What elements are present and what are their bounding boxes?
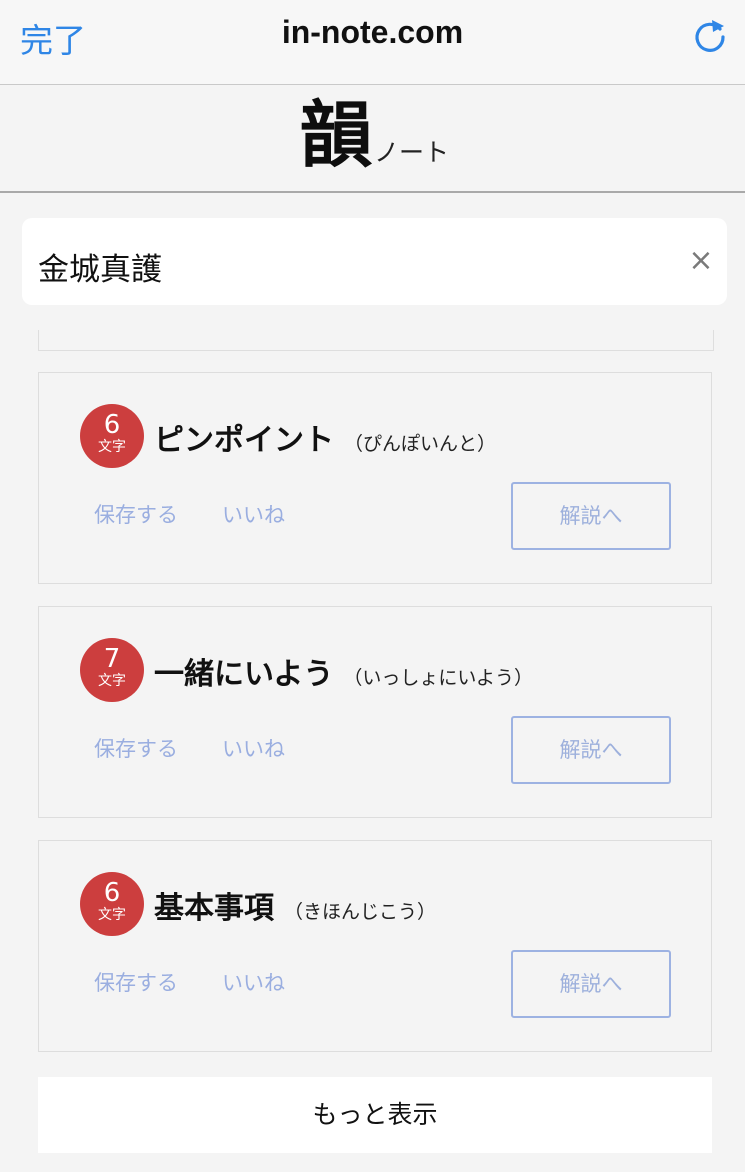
char-count-unit: 文字: [98, 673, 126, 689]
browser-toolbar: 完了 in-note.com: [0, 0, 745, 85]
site-header: 韻 ノート: [0, 85, 745, 193]
result-card: 7 文字 一緒にいよう （いっしょにいよう） 保存する いいね 解説へ: [38, 606, 712, 818]
result-reading: （ぴんぽいんと）: [344, 433, 497, 455]
char-count-badge: 7 文字: [80, 638, 144, 702]
result-card: 6 文字 基本事項 （きほんじこう） 保存する いいね 解説へ: [38, 840, 712, 1052]
word-line: 基本事項 （きほんじこう）: [154, 883, 436, 927]
char-count: 6: [103, 410, 121, 440]
char-count: 6: [103, 878, 121, 908]
char-count-unit: 文字: [98, 439, 126, 455]
explain-button[interactable]: 解説へ: [511, 950, 671, 1018]
result-word[interactable]: ピンポイント: [154, 415, 334, 459]
save-button[interactable]: 保存する: [94, 733, 178, 763]
word-line: 一緒にいよう （いっしょにいよう）: [154, 649, 533, 693]
explain-button[interactable]: 解説へ: [511, 716, 671, 784]
char-count-badge: 6 文字: [80, 404, 144, 468]
result-card: 6 文字 ピンポイント （ぴんぽいんと） 保存する いいね 解説へ: [38, 372, 712, 584]
show-more-button[interactable]: もっと表示: [38, 1077, 712, 1153]
search-input[interactable]: 金城真護: [38, 244, 162, 289]
like-button[interactable]: いいね: [222, 733, 285, 763]
like-button[interactable]: いいね: [222, 499, 285, 529]
close-icon[interactable]: ×: [684, 244, 718, 278]
logo-subtitle: ノート: [374, 138, 450, 167]
char-count-unit: 文字: [98, 907, 126, 923]
result-reading: （いっしょにいよう）: [343, 667, 534, 689]
site-logo[interactable]: 韻 ノート: [300, 95, 449, 175]
logo-kanji: 韻: [300, 92, 373, 177]
result-word[interactable]: 基本事項: [154, 883, 274, 927]
save-button[interactable]: 保存する: [94, 499, 178, 529]
char-count: 7: [103, 644, 121, 674]
result-card-partial: [38, 330, 714, 351]
search-box[interactable]: 金城真護 ×: [22, 218, 727, 305]
word-line: ピンポイント （ぴんぽいんと）: [154, 415, 496, 459]
like-button[interactable]: いいね: [222, 967, 285, 997]
reload-icon[interactable]: [693, 16, 727, 54]
result-word[interactable]: 一緒にいよう: [154, 649, 333, 693]
char-count-badge: 6 文字: [80, 872, 144, 936]
result-reading: （きほんじこう）: [284, 901, 437, 923]
url-label: in-note.com: [281, 14, 464, 50]
explain-button[interactable]: 解説へ: [511, 482, 671, 550]
save-button[interactable]: 保存する: [94, 967, 178, 997]
